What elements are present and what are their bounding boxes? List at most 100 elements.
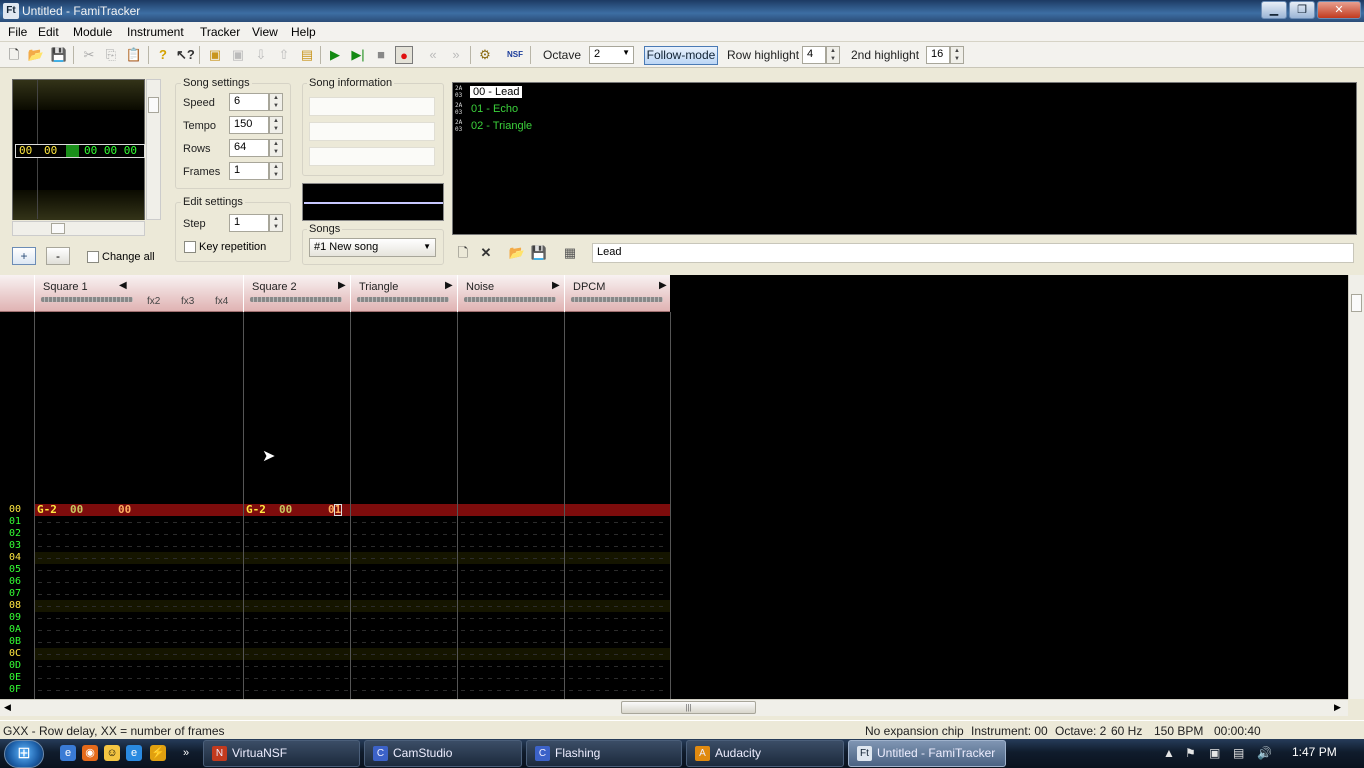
scroll-left-icon[interactable]: ◀ [4,702,11,713]
remove-instrument-icon[interactable]: ✕ [477,244,495,262]
save-instrument-icon[interactable]: 💾 [530,244,548,262]
effect-cell[interactable]: 00 [118,504,131,516]
instrument-item[interactable]: 01 - Echo [471,103,518,115]
browser-icon[interactable]: e [126,745,142,761]
menu-instrument[interactable]: Instrument [127,25,184,39]
menu-file[interactable]: File [8,25,27,39]
rows-input[interactable]: 64 [229,139,269,157]
scroll-right-icon[interactable]: ▶ [1334,702,1341,713]
follow-mode-button[interactable]: Follow-mode [644,46,718,65]
song-title-field[interactable] [309,97,435,116]
start-button[interactable]: ⊞ [4,740,44,768]
expand-arrow-icon[interactable]: ▶ [552,280,560,291]
menu-tracker[interactable]: Tracker [200,25,240,39]
step-input[interactable]: 1 [229,214,269,232]
tray-expand-icon[interactable]: ▲ [1163,746,1175,760]
move-frame-up-icon[interactable]: ⇧ [275,46,293,64]
frame-editor[interactable]: 00 00 00 00 00 00 [12,79,145,220]
nsf-export-icon[interactable]: NSF [506,46,524,64]
change-all-checkbox[interactable] [87,251,99,263]
remove-frame-button[interactable]: - [46,247,70,265]
insert-frame-icon[interactable]: ▣ [206,46,224,64]
second-highlight-spinner[interactable]: ▲ ▼ [950,46,964,64]
flag-icon[interactable]: ⚑ [1185,746,1196,760]
about-icon[interactable]: ? [154,46,172,64]
expand-arrow-icon[interactable]: ▶ [659,280,667,291]
more-icon[interactable]: » [178,745,194,761]
network-icon[interactable]: ▤ [1233,746,1244,760]
expand-arrow-icon[interactable]: ▶ [338,280,346,291]
step-spinner[interactable]: ▲ ▼ [269,214,283,232]
frame-row[interactable]: 00 00 00 00 00 00 [15,144,145,158]
maximize-button[interactable]: ❐ [1289,1,1315,19]
instrument-name-field[interactable]: Lead [592,243,1354,263]
pattern-editor[interactable] [0,275,1348,699]
new-instrument-icon[interactable]: 🗋 [454,244,472,262]
taskbar-item[interactable]: C Flashing [526,740,682,767]
song-copyright-field[interactable] [309,147,435,166]
channel-dpcm[interactable]: DPCM ▶ [564,275,670,312]
menu-help[interactable]: Help [291,25,316,39]
instrument-item[interactable]: 02 - Triangle [471,120,532,132]
load-instrument-icon[interactable]: 📂 [508,244,526,262]
open-folder-icon[interactable]: 📂 [27,46,45,64]
move-frame-down-icon[interactable]: ⇩ [252,46,270,64]
cut-icon[interactable]: ✂ [80,46,98,64]
tempo-input[interactable]: 150 [229,116,269,134]
runner-icon[interactable]: ⚡ [150,745,166,761]
volume-icon[interactable]: 🔊 [1257,746,1272,760]
note-cell[interactable]: G-2 [246,504,266,516]
add-frame-button[interactable]: + [12,247,36,265]
minimize-button[interactable]: ▁ [1261,1,1287,19]
taskbar-item[interactable]: C CamStudio [364,740,522,767]
context-help-icon[interactable]: ↖? [176,46,195,64]
settings-icon[interactable]: ⚙ [476,46,494,64]
record-icon[interactable]: ● [395,46,413,64]
instrument-cell[interactable]: 00 [70,504,83,516]
note-cell[interactable]: G-2 [37,504,57,516]
collapse-arrow-icon[interactable]: ◀ [119,280,127,291]
play-icon[interactable]: ▶ [326,46,344,64]
frame-vertical-scrollbar[interactable] [146,79,161,220]
row-highlight-spinner[interactable]: ▲ ▼ [826,46,840,64]
play-loop-icon[interactable]: ▶| [349,46,367,64]
menu-module[interactable]: Module [73,25,112,39]
horizontal-scroll-thumb[interactable]: ||| [621,701,756,714]
instrument-cell[interactable]: 00 [279,504,292,516]
channel-square2[interactable]: Square 2 ▶ [243,275,350,312]
save-icon[interactable]: 💾 [50,46,68,64]
menu-edit[interactable]: Edit [38,25,59,39]
close-button[interactable]: ✕ [1317,1,1361,19]
menu-view[interactable]: View [252,25,278,39]
taskbar-item[interactable]: N VirtuaNSF [203,740,360,767]
next-track-icon[interactable]: » [447,46,465,64]
copy-icon[interactable]: ⎘ [102,46,120,64]
messenger-icon[interactable]: ☺ [104,745,120,761]
frame-horizontal-scrollbar[interactable] [12,221,145,236]
channel-square1[interactable]: Square 1 ◀ fx2 fx3 fx4 [34,275,243,312]
song-select[interactable]: #1 New song ▼ [309,238,436,257]
key-repetition-checkbox[interactable] [184,241,196,253]
frames-input[interactable]: 1 [229,162,269,180]
instrument-list[interactable]: 2A 03 00 - Lead 2A 03 01 - Echo 2A 03 02 - … [452,82,1357,235]
tempo-spinner[interactable]: ▲ ▼ [269,116,283,134]
rows-spinner[interactable]: ▲ ▼ [269,139,283,157]
channel-noise[interactable]: Noise ▶ [457,275,564,312]
speed-spinner[interactable]: ▲ ▼ [269,93,283,111]
device-icon[interactable]: ▣ [1209,746,1220,760]
edit-instrument-icon[interactable]: ▦ [561,244,579,262]
pattern-vertical-scrollbar[interactable] [1348,275,1364,699]
firefox-icon[interactable]: ◉ [82,745,98,761]
new-file-icon[interactable]: 🗋 [5,46,23,64]
octave-select[interactable]: 2 ▼ [589,46,634,64]
duplicate-frame-icon[interactable]: ▤ [298,46,316,64]
song-author-field[interactable] [309,122,435,141]
taskbar-item[interactable]: A Audacity [686,740,844,767]
speed-input[interactable]: 6 [229,93,269,111]
clock[interactable]: 1:47 PM [1292,745,1337,759]
frames-spinner[interactable]: ▲ ▼ [269,162,283,180]
row-highlight-input[interactable]: 4 [802,46,826,64]
previous-track-icon[interactable]: « [424,46,442,64]
taskbar-item-active[interactable]: Ft Untitled - FamiTracker [848,740,1006,767]
instrument-item[interactable]: 00 - Lead [470,86,523,98]
